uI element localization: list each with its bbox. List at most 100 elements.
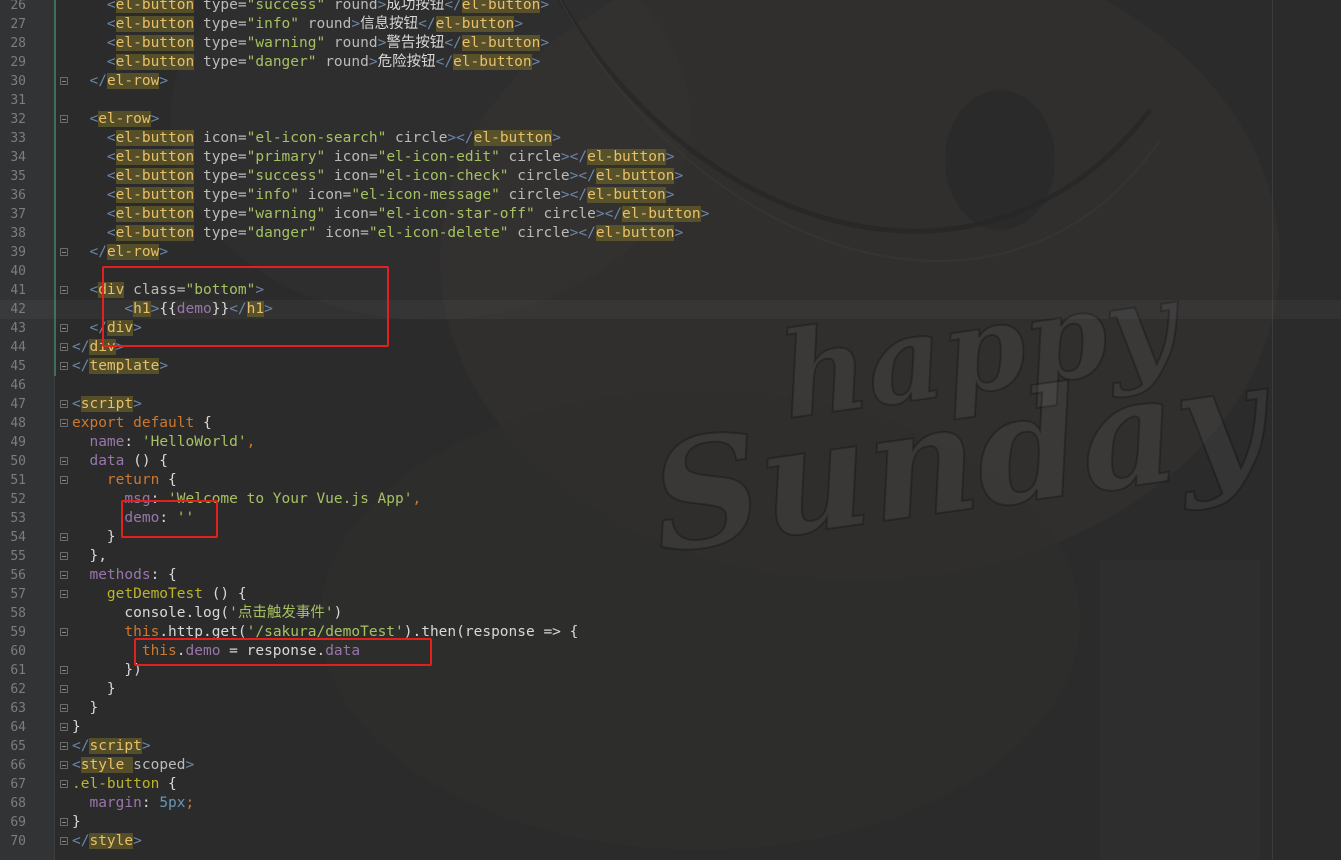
code-text[interactable]: return {: [72, 471, 177, 490]
line-number[interactable]: 53: [0, 509, 26, 528]
code-text[interactable]: <el-button type="warning" round>警告按钮</el…: [72, 34, 549, 53]
code-text[interactable]: .el-button {: [72, 775, 177, 794]
code-text[interactable]: <el-button type="primary" icon="el-icon-…: [72, 148, 674, 167]
fold-toggle-icon[interactable]: [60, 286, 68, 294]
code-line[interactable]: 35 <el-button type="success" icon="el-ic…: [0, 167, 1341, 186]
line-number[interactable]: 58: [0, 604, 26, 623]
line-number[interactable]: 38: [0, 224, 26, 243]
line-number[interactable]: 40: [0, 262, 26, 281]
code-line[interactable]: 30 </el-row>: [0, 72, 1341, 91]
code-line[interactable]: 63 }: [0, 699, 1341, 718]
line-number[interactable]: 67: [0, 775, 26, 794]
code-line[interactable]: 58 console.log('点击触发事件'): [0, 604, 1341, 623]
line-number[interactable]: 30: [0, 72, 26, 91]
code-line[interactable]: 69}: [0, 813, 1341, 832]
line-number[interactable]: 69: [0, 813, 26, 832]
code-line[interactable]: 66 <style scoped>: [0, 756, 1341, 775]
line-number[interactable]: 56: [0, 566, 26, 585]
code-line[interactable]: 33 <el-button icon="el-icon-search" circ…: [0, 129, 1341, 148]
code-line[interactable]: 32 <el-row>: [0, 110, 1341, 129]
code-text[interactable]: console.log('点击触发事件'): [72, 604, 342, 623]
fold-toggle-icon[interactable]: [60, 77, 68, 85]
code-line[interactable]: 38 <el-button type="danger" icon="el-ico…: [0, 224, 1341, 243]
fold-toggle-icon[interactable]: [60, 780, 68, 788]
fold-toggle-icon[interactable]: [60, 590, 68, 598]
code-line[interactable]: 65 </script>: [0, 737, 1341, 756]
code-text[interactable]: export default {: [72, 414, 212, 433]
fold-toggle-icon[interactable]: [60, 343, 68, 351]
fold-toggle-icon[interactable]: [60, 666, 68, 674]
line-number[interactable]: 60: [0, 642, 26, 661]
line-number[interactable]: 29: [0, 53, 26, 72]
code-line[interactable]: 56 methods: {: [0, 566, 1341, 585]
code-line[interactable]: 50 data () {: [0, 452, 1341, 471]
line-number[interactable]: 57: [0, 585, 26, 604]
fold-toggle-icon[interactable]: [60, 115, 68, 123]
code-text[interactable]: name: 'HelloWorld',: [72, 433, 255, 452]
line-number[interactable]: 35: [0, 167, 26, 186]
code-line[interactable]: 36 <el-button type="info" icon="el-icon-…: [0, 186, 1341, 205]
code-text[interactable]: <el-button type="warning" icon="el-icon-…: [72, 205, 709, 224]
code-line[interactable]: 45 </template>: [0, 357, 1341, 376]
line-number[interactable]: 66: [0, 756, 26, 775]
code-line[interactable]: 55 },: [0, 547, 1341, 566]
code-text[interactable]: }: [72, 718, 81, 737]
code-text[interactable]: },: [72, 547, 106, 566]
line-number[interactable]: 28: [0, 34, 26, 53]
code-editor[interactable]: happy Sunday 26 <el-button type="success…: [0, 0, 1341, 860]
code-text[interactable]: <el-button type="danger" icon="el-icon-d…: [72, 224, 683, 243]
code-text[interactable]: </el-row>: [72, 243, 168, 262]
fold-toggle-icon[interactable]: [60, 704, 68, 712]
fold-toggle-icon[interactable]: [60, 761, 68, 769]
line-number[interactable]: 49: [0, 433, 26, 452]
line-number[interactable]: 39: [0, 243, 26, 262]
fold-toggle-icon[interactable]: [60, 552, 68, 560]
line-number[interactable]: 65: [0, 737, 26, 756]
fold-toggle-icon[interactable]: [60, 419, 68, 427]
fold-toggle-icon[interactable]: [60, 476, 68, 484]
code-text[interactable]: }): [72, 661, 141, 680]
code-line[interactable]: 29 <el-button type="danger" round>危险按钮</…: [0, 53, 1341, 72]
fold-toggle-icon[interactable]: [60, 628, 68, 636]
line-number[interactable]: 48: [0, 414, 26, 433]
fold-toggle-icon[interactable]: [60, 571, 68, 579]
line-number[interactable]: 45: [0, 357, 26, 376]
fold-toggle-icon[interactable]: [60, 362, 68, 370]
code-text[interactable]: </el-row>: [72, 72, 168, 91]
code-line[interactable]: 64}: [0, 718, 1341, 737]
fold-toggle-icon[interactable]: [60, 685, 68, 693]
line-number[interactable]: 50: [0, 452, 26, 471]
fold-toggle-icon[interactable]: [60, 818, 68, 826]
line-number[interactable]: 34: [0, 148, 26, 167]
line-number[interactable]: 26: [0, 0, 26, 15]
fold-toggle-icon[interactable]: [60, 324, 68, 332]
code-text[interactable]: margin: 5px;: [72, 794, 194, 813]
line-number[interactable]: 43: [0, 319, 26, 338]
code-lines[interactable]: 26 <el-button type="success" round>成功按钮<…: [0, 0, 1341, 851]
line-number[interactable]: 68: [0, 794, 26, 813]
code-text[interactable]: data () {: [72, 452, 168, 471]
code-line[interactable]: 62 }: [0, 680, 1341, 699]
fold-toggle-icon[interactable]: [60, 248, 68, 256]
code-line[interactable]: 39 </el-row>: [0, 243, 1341, 262]
code-text[interactable]: <el-row>: [72, 110, 159, 129]
code-line[interactable]: 68 margin: 5px;: [0, 794, 1341, 813]
code-text[interactable]: <style scoped>: [72, 756, 194, 775]
code-line[interactable]: 67 .el-button {: [0, 775, 1341, 794]
code-line[interactable]: 57 getDemoTest () {: [0, 585, 1341, 604]
code-text[interactable]: }: [72, 528, 116, 547]
code-text[interactable]: }: [72, 813, 81, 832]
code-line[interactable]: 46: [0, 376, 1341, 395]
code-text[interactable]: }: [72, 699, 98, 718]
code-line[interactable]: 51 return {: [0, 471, 1341, 490]
line-number[interactable]: 32: [0, 110, 26, 129]
code-text[interactable]: <el-button type="info" round>信息按钮</el-bu…: [72, 15, 523, 34]
code-line[interactable]: 70 </style>: [0, 832, 1341, 851]
code-text[interactable]: <el-button icon="el-icon-search" circle>…: [72, 129, 561, 148]
code-text[interactable]: getDemoTest () {: [72, 585, 247, 604]
line-number[interactable]: 52: [0, 490, 26, 509]
line-number[interactable]: 42: [0, 300, 26, 319]
line-number[interactable]: 41: [0, 281, 26, 300]
line-number[interactable]: 47: [0, 395, 26, 414]
line-number[interactable]: 37: [0, 205, 26, 224]
